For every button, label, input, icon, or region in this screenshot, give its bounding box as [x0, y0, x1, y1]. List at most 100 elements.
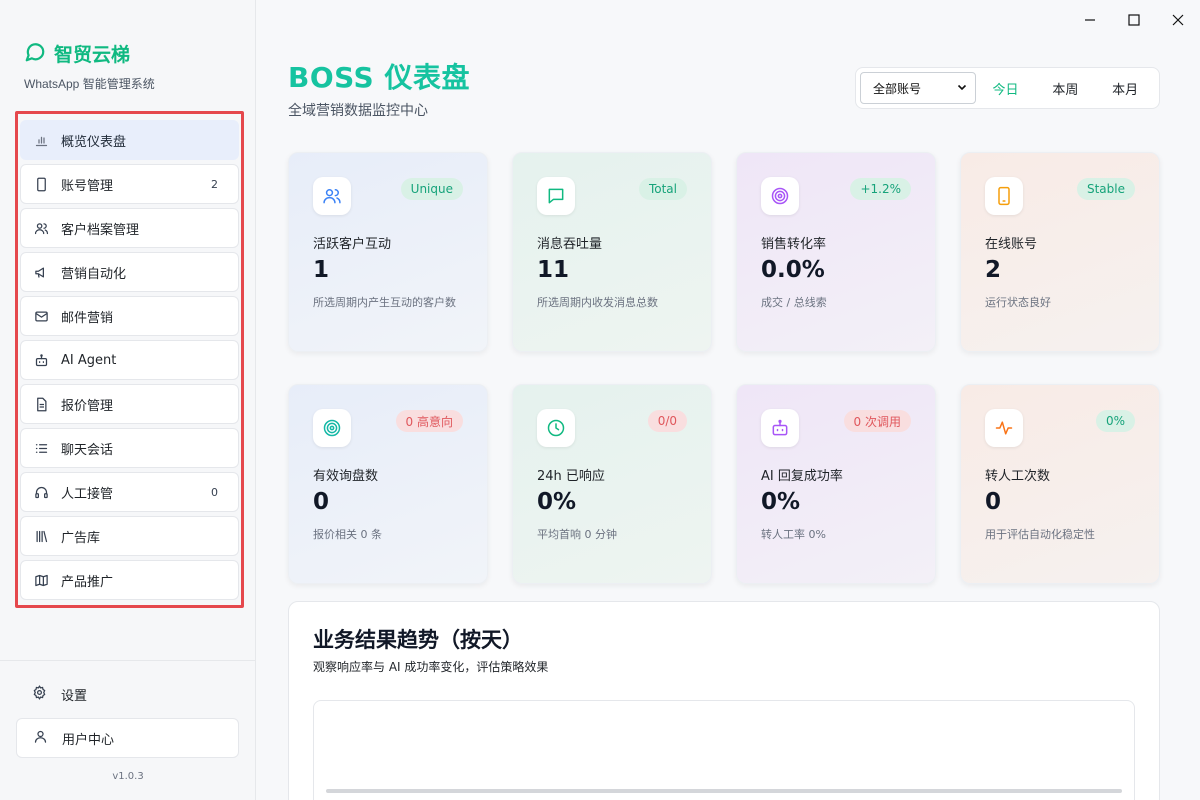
sidebar-item-marketing-automation[interactable]: 营销自动化	[20, 252, 239, 292]
metric-description: 所选周期内产生互动的客户数	[313, 296, 456, 309]
metric-card-24h-responded: 0/0 24h 已响应 0% 平均首响 0 分钟	[512, 384, 712, 584]
sidebar-item-accounts[interactable]: 账号管理 2	[20, 164, 239, 204]
metric-label: 24h 已响应	[537, 469, 605, 484]
metric-description: 用于评估自动化稳定性	[985, 528, 1095, 541]
app-version: v1.0.3	[112, 771, 144, 782]
metric-card-conversion-rate: +1.2% 销售转化率 0.0% 成交 / 总线索	[736, 152, 936, 352]
metric-card-ai-reply-success: 0 次调用 AI 回复成功率 0% 转人工率 0%	[736, 384, 936, 584]
range-week-button[interactable]: 本周	[1035, 79, 1095, 98]
metric-value: 0%	[761, 489, 801, 515]
settings-button[interactable]: 设置	[32, 685, 87, 704]
metric-label: 在线账号	[985, 237, 1038, 252]
user-center-label: 用户中心	[62, 732, 115, 748]
sidebar-item-label: 邮件营销	[61, 310, 114, 326]
metric-card-active-customers: Unique 活跃客户互动 1 所选周期内产生互动的客户数	[288, 152, 488, 352]
user-icon	[33, 729, 48, 748]
metric-value: 0%	[537, 489, 577, 515]
sidebar-item-label: 概览仪表盘	[61, 134, 127, 150]
maximize-icon[interactable]	[1126, 10, 1142, 30]
sidebar: 智贸云梯 WhatsApp 智能管理系统 概览仪表盘 账号管理 2 客户档案管理…	[0, 0, 256, 800]
phone-icon	[985, 177, 1023, 215]
sidebar-item-label: 产品推广	[61, 574, 114, 590]
sidebar-item-ai-agent[interactable]: AI Agent	[20, 340, 239, 380]
sidebar-item-quotes[interactable]: 报价管理	[20, 384, 239, 424]
robot-icon	[761, 409, 799, 447]
sidebar-item-ad-library[interactable]: 广告库	[20, 516, 239, 556]
trend-panel: 业务结果趋势（按天） 观察响应率与 AI 成功率变化，评估策略效果	[288, 601, 1160, 800]
robot-icon	[33, 352, 49, 368]
metric-value: 0.0%	[761, 257, 825, 283]
sidebar-footer: 设置 用户中心 v1.0.3	[0, 660, 256, 800]
settings-label: 设置	[61, 689, 88, 704]
metric-badge: Stable	[1076, 178, 1135, 200]
metric-badge: +1.2%	[850, 178, 911, 200]
clock-icon	[537, 409, 575, 447]
user-center-button[interactable]: 用户中心	[16, 718, 239, 758]
filter-bar: 全部账号 今日 本周 本月	[855, 67, 1160, 109]
users-icon	[313, 177, 351, 215]
range-month-button[interactable]: 本月	[1095, 79, 1155, 98]
sidebar-item-customers[interactable]: 客户档案管理	[20, 208, 239, 248]
target-icon	[761, 177, 799, 215]
metric-badge: 0%	[1095, 410, 1135, 432]
metric-label: 转人工次数	[985, 469, 1051, 484]
sidebar-item-dashboard[interactable]: 概览仪表盘	[20, 120, 239, 160]
map-icon	[33, 572, 49, 588]
metric-description: 所选周期内收发消息总数	[537, 296, 658, 309]
activity-icon	[985, 409, 1023, 447]
sidebar-item-label: 人工接管	[61, 486, 114, 502]
metric-badge: 0/0	[647, 410, 687, 432]
sidebar-item-label: 客户档案管理	[61, 222, 140, 238]
sidebar-nav: 概览仪表盘 账号管理 2 客户档案管理 营销自动化 邮件营销 AI Agent	[20, 120, 239, 604]
metric-description: 报价相关 0 条	[313, 528, 382, 541]
document-icon	[33, 396, 49, 412]
metric-card-human-transfers: 0% 转人工次数 0 用于评估自动化稳定性	[960, 384, 1160, 584]
metric-card-online-accounts: Stable 在线账号 2 运行状态良好	[960, 152, 1160, 352]
range-today-button[interactable]: 今日	[976, 79, 1036, 98]
metric-value: 1	[313, 257, 330, 283]
mail-icon	[33, 308, 49, 324]
target-icon	[313, 409, 351, 447]
list-icon	[33, 440, 49, 456]
brand-subtitle: WhatsApp 智能管理系统	[24, 77, 155, 91]
sidebar-item-count: 2	[211, 177, 218, 191]
metric-badge: 0 高意向	[395, 410, 463, 432]
metric-description: 成交 / 总线索	[761, 296, 827, 309]
account-select[interactable]: 全部账号	[860, 72, 976, 104]
headset-icon	[33, 484, 49, 500]
minimize-icon[interactable]	[1082, 10, 1098, 30]
metric-card-valid-inquiries: 0 高意向 有效询盘数 0 报价相关 0 条	[288, 384, 488, 584]
sidebar-item-product-promotion[interactable]: 产品推广	[20, 560, 239, 600]
metric-badge: Unique	[400, 178, 463, 200]
metric-value: 2	[985, 257, 1002, 283]
chevron-down-icon	[957, 81, 967, 95]
metric-label: 有效询盘数	[313, 469, 379, 484]
metric-value: 0	[985, 489, 1002, 515]
metric-description: 平均首响 0 分钟	[537, 528, 617, 541]
sidebar-item-email-marketing[interactable]: 邮件营销	[20, 296, 239, 336]
chat-bubble-logo-icon	[24, 41, 46, 67]
sidebar-item-label: AI Agent	[61, 352, 117, 368]
users-icon	[33, 220, 49, 236]
close-icon[interactable]	[1170, 10, 1186, 30]
sidebar-item-count: 0	[211, 485, 218, 499]
sidebar-item-chats[interactable]: 聊天会话	[20, 428, 239, 468]
gear-icon	[32, 685, 47, 704]
account-select-value: 全部账号	[873, 81, 922, 96]
bar-chart-icon	[33, 132, 49, 148]
metric-label: AI 回复成功率	[761, 469, 843, 484]
brand-title: 智贸云梯	[54, 44, 131, 66]
brand: 智贸云梯 WhatsApp 智能管理系统	[24, 40, 155, 92]
trend-title: 业务结果趋势（按天）	[313, 628, 523, 652]
sidebar-item-label: 账号管理	[61, 178, 114, 194]
library-icon	[33, 528, 49, 544]
phone-icon	[33, 176, 49, 192]
sidebar-item-human-takeover[interactable]: 人工接管 0	[20, 472, 239, 512]
metric-label: 销售转化率	[761, 237, 827, 252]
metric-label: 活跃客户互动	[313, 237, 392, 252]
metric-value: 11	[537, 257, 570, 283]
sidebar-item-label: 报价管理	[61, 398, 114, 414]
page-subtitle: 全域营销数据监控中心	[288, 103, 428, 119]
message-icon	[537, 177, 575, 215]
trend-chart-area	[313, 700, 1135, 800]
